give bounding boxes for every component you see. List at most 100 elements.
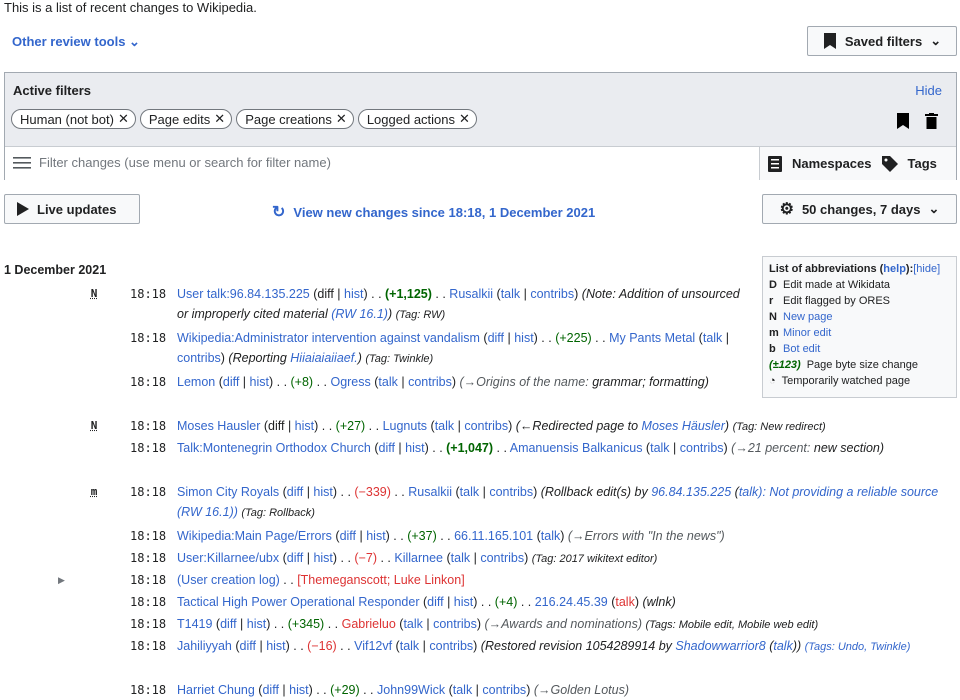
close-icon[interactable]: ✕ — [214, 111, 225, 127]
page-link[interactable]: User talk:96.84.135.225 — [177, 287, 310, 301]
talk-link[interactable]: talk — [451, 551, 470, 565]
page-link[interactable]: Talk:Montenegrin Orthodox Church — [177, 441, 371, 455]
contribs-link[interactable]: contribs — [464, 419, 508, 433]
hist-link[interactable]: hist — [247, 617, 266, 631]
summary-link[interactable]: Hiiaiaiaiiaef. — [290, 351, 357, 365]
page-link[interactable]: Lemon — [177, 375, 215, 389]
legend-b-link[interactable]: Bot edit — [783, 341, 820, 357]
user-link[interactable]: 216.24.45.39 — [535, 595, 608, 609]
page-link[interactable]: User:Killarnee/ubx — [177, 551, 279, 565]
hist-link[interactable]: hist — [454, 595, 473, 609]
filter-chip-human[interactable]: Human (not bot) ✕ — [11, 109, 136, 129]
talk-link[interactable]: talk — [435, 419, 454, 433]
contribs-link[interactable]: contribs — [530, 287, 574, 301]
page-link[interactable]: Moses Hausler — [177, 419, 260, 433]
filter-search-input[interactable]: Filter changes (use menu or search for f… — [13, 155, 331, 170]
namespaces-icon[interactable] — [768, 156, 782, 172]
hist-link[interactable]: hist — [344, 287, 363, 301]
summary-link[interactable]: (RW 16.1) — [331, 307, 388, 321]
talk-link[interactable]: talk — [400, 639, 419, 653]
filter-chip-page-creations[interactable]: Page creations ✕ — [236, 109, 354, 129]
user-link[interactable]: Vif12vf — [354, 639, 392, 653]
close-icon[interactable]: ✕ — [459, 111, 470, 127]
close-icon[interactable]: ✕ — [118, 111, 129, 127]
expand-triangle-icon[interactable]: ▶ — [58, 570, 65, 590]
user-link[interactable]: Gabrieluo — [342, 617, 396, 631]
page-link[interactable]: Wikipedia:Administrator intervention aga… — [177, 331, 480, 345]
legend-n-link[interactable]: New page — [783, 309, 833, 325]
filter-chip-page-edits[interactable]: Page edits ✕ — [140, 109, 232, 129]
live-updates-button[interactable]: Live updates — [4, 194, 140, 224]
legend-help-link[interactable]: help — [883, 263, 906, 275]
diff-link[interactable]: diff — [488, 331, 504, 345]
diff-link[interactable]: diff — [427, 595, 443, 609]
diff-link[interactable]: diff — [220, 617, 236, 631]
hist-link[interactable]: hist — [295, 419, 314, 433]
contribs-link[interactable]: contribs — [480, 551, 524, 565]
diff-link[interactable]: diff — [287, 551, 303, 565]
user-link[interactable]: My Pants Metal — [609, 331, 695, 345]
hist-link[interactable]: hist — [366, 529, 385, 543]
saved-filters-button[interactable]: Saved filters ⌄ — [807, 26, 957, 56]
log-users[interactable]: [Themeganscott; Luke Linkon] — [297, 573, 464, 587]
summary-link[interactable]: 96.84.135.225 — [651, 485, 731, 499]
legend-hide-link[interactable]: [hide] — [913, 263, 940, 275]
hist-link[interactable]: hist — [289, 683, 308, 697]
page-link[interactable]: Harriet Chung — [177, 683, 255, 697]
talk-link[interactable]: talk — [460, 485, 479, 499]
log-link[interactable]: (User creation log) — [177, 573, 280, 587]
user-link[interactable]: Lugnuts — [383, 419, 427, 433]
page-link[interactable]: Simon City Royals — [177, 485, 279, 499]
contribs-link[interactable]: contribs — [429, 639, 473, 653]
page-link[interactable]: Wikipedia:Main Page/Errors — [177, 529, 332, 543]
changes-limit-button[interactable]: ⚙ 50 changes, 7 days ⌄ — [762, 194, 957, 224]
tags-button[interactable]: Tags — [908, 156, 937, 171]
page-link[interactable]: Jahiliyyah — [177, 639, 232, 653]
user-link[interactable]: John99Wick — [377, 683, 445, 697]
other-review-tools-menu[interactable]: Other review tools ⌄ — [12, 34, 140, 50]
talk-link[interactable]: talk — [650, 441, 669, 455]
hist-link[interactable]: hist — [405, 441, 424, 455]
page-link[interactable]: T1419 — [177, 617, 212, 631]
summary-link[interactable]: Moses Häusler — [642, 419, 725, 433]
user-link[interactable]: Ogress — [330, 375, 370, 389]
hist-link[interactable]: hist — [266, 639, 285, 653]
contribs-link[interactable]: contribs — [433, 617, 477, 631]
summary-talk-link[interactable]: talk — [739, 485, 758, 499]
talk-link[interactable]: talk — [378, 375, 397, 389]
contribs-link[interactable]: contribs — [408, 375, 452, 389]
contribs-link[interactable]: contribs — [482, 683, 526, 697]
bookmark-icon[interactable] — [897, 113, 909, 129]
talk-link[interactable]: talk — [541, 529, 560, 543]
contribs-link[interactable]: contribs — [680, 441, 724, 455]
user-link[interactable]: Rusalkii — [408, 485, 452, 499]
talk-link[interactable]: talk — [615, 595, 634, 609]
user-link[interactable]: Rusalkii — [449, 287, 493, 301]
hist-link[interactable]: hist — [313, 485, 332, 499]
diff-link[interactable]: diff — [379, 441, 395, 455]
diff-link[interactable]: diff — [240, 639, 256, 653]
close-icon[interactable]: ✕ — [336, 111, 347, 127]
talk-link[interactable]: talk — [703, 331, 722, 345]
contribs-link[interactable]: contribs — [177, 351, 221, 365]
namespaces-button[interactable]: Namespaces — [792, 156, 872, 171]
hist-link[interactable]: hist — [250, 375, 269, 389]
user-link[interactable]: Killarnee — [394, 551, 443, 565]
diff-link[interactable]: diff — [340, 529, 356, 543]
diff-link[interactable]: diff — [223, 375, 239, 389]
user-link[interactable]: 66.11.165.101 — [454, 529, 533, 543]
hist-link[interactable]: hist — [313, 551, 332, 565]
hide-filters-link[interactable]: Hide — [915, 83, 942, 98]
tag-icon[interactable] — [882, 156, 898, 172]
legend-m-link[interactable]: Minor edit — [783, 325, 831, 341]
contribs-link[interactable]: contribs — [489, 485, 533, 499]
page-link[interactable]: Tactical High Power Operational Responde… — [177, 595, 420, 609]
summary-talk-link[interactable]: talk — [773, 639, 792, 653]
view-new-changes-link[interactable]: ↻ View new changes since 18:18, 1 Decemb… — [272, 202, 595, 222]
hist-link[interactable]: hist — [514, 331, 533, 345]
talk-link[interactable]: talk — [403, 617, 422, 631]
diff-link[interactable]: diff — [287, 485, 303, 499]
summary-link[interactable]: Shadowwarrior8 — [675, 639, 765, 653]
diff-link[interactable]: diff — [262, 683, 278, 697]
filter-chip-logged-actions[interactable]: Logged actions ✕ — [358, 109, 477, 129]
